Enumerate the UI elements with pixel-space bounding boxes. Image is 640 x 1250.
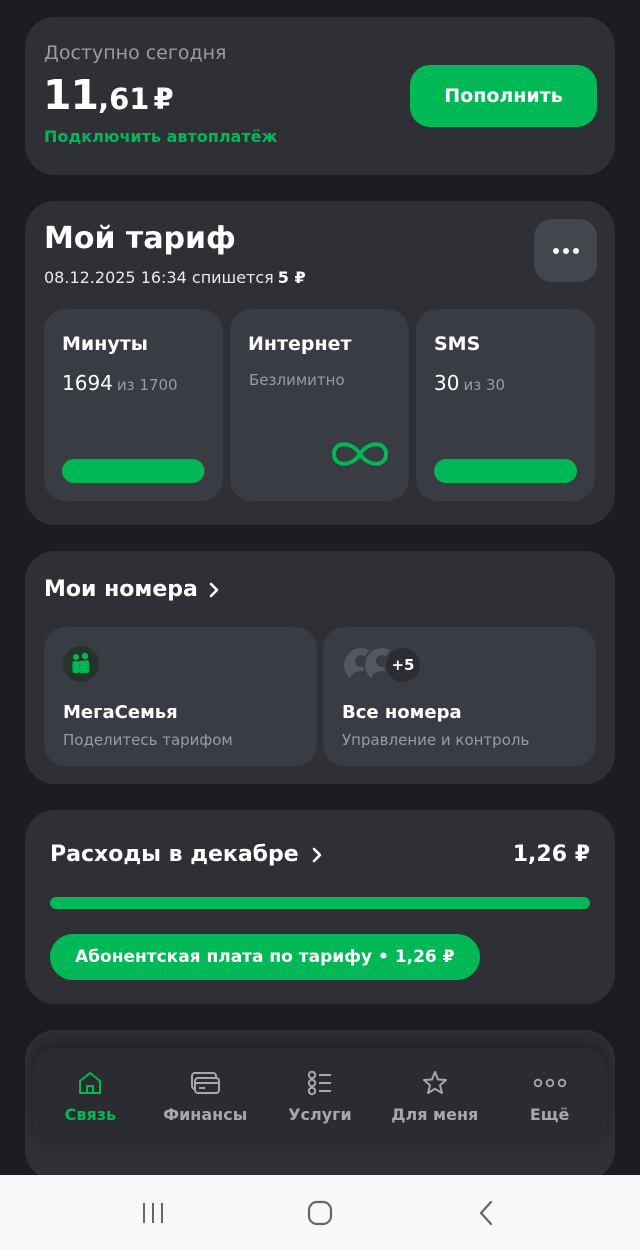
system-nav-bar bbox=[0, 1175, 640, 1250]
balance-card: Доступно сегодня 11,61 ₽ Подключить автоп… bbox=[25, 17, 615, 175]
chevron-right-icon bbox=[312, 847, 322, 862]
tariff-card[interactable]: Мой тариф 08.12.2025 16:34 спишется 5 ₽ М… bbox=[25, 201, 615, 525]
home-button-icon[interactable] bbox=[306, 1199, 334, 1227]
tariff-more-button[interactable] bbox=[534, 219, 597, 282]
tariff-charge-amount: 5 ₽ bbox=[277, 268, 306, 287]
numbers-avatars: +5 bbox=[342, 646, 462, 684]
megafamily-subtitle: Поделитесь тарифом bbox=[63, 731, 233, 749]
nav-label: Услуги bbox=[288, 1104, 352, 1124]
nav-label: Связь bbox=[64, 1104, 117, 1124]
package-title: Интернет bbox=[248, 333, 352, 355]
nav-label: Ещё bbox=[529, 1104, 570, 1124]
more-dots-icon bbox=[572, 247, 579, 254]
package-total: из 1700 bbox=[116, 376, 178, 394]
wallet-icon bbox=[191, 1071, 221, 1094]
expenses-card[interactable]: Расходы в декабре 1,26 ₽ Абонентская пла… bbox=[25, 810, 615, 1004]
app-screen: Доступно сегодня 11,61 ₽ Подключить автоп… bbox=[0, 0, 640, 1250]
package-sms[interactable]: SMS 30 из 30 bbox=[416, 309, 595, 501]
package-minutes[interactable]: Минуты 1694 из 1700 bbox=[44, 309, 223, 501]
autopay-link[interactable]: Подключить автоплатёж bbox=[44, 127, 277, 146]
more-icon bbox=[533, 1078, 566, 1087]
package-remaining: 1694 bbox=[62, 371, 113, 395]
balance-currency: ₽ bbox=[153, 82, 174, 116]
more-numbers-badge: +5 bbox=[384, 646, 422, 684]
nav-label: Финансы bbox=[163, 1104, 248, 1124]
megafamily-card[interactable]: МегаСемья Поделитесь тарифом bbox=[44, 627, 317, 766]
more-dots-icon bbox=[562, 247, 569, 254]
all-numbers-subtitle: Управление и контроль bbox=[342, 731, 530, 749]
recent-apps-icon[interactable] bbox=[139, 1199, 167, 1227]
my-numbers-card: Мои номера МегаСемья Поделитесь тарифом bbox=[25, 551, 615, 784]
back-icon[interactable] bbox=[473, 1199, 501, 1227]
megafamily-title: МегаСемья bbox=[63, 702, 178, 723]
expenses-progress-fill bbox=[50, 897, 590, 909]
balance-amount-integer: 11 bbox=[43, 71, 99, 119]
list-icon bbox=[307, 1070, 331, 1095]
star-icon bbox=[422, 1070, 447, 1094]
package-total: из 30 bbox=[463, 376, 506, 394]
package-progress-fill bbox=[434, 459, 577, 483]
more-dots-icon bbox=[552, 247, 559, 254]
package-remaining: 30 bbox=[434, 371, 460, 395]
package-value: 30 из 30 bbox=[434, 371, 505, 395]
infinity-icon bbox=[331, 442, 389, 466]
expense-item-pill[interactable]: Абонентская плата по тарифу • 1,26 ₽ bbox=[50, 934, 480, 980]
nav-item-services[interactable]: Услуги bbox=[265, 1069, 375, 1124]
expenses-total: 1,26 ₽ bbox=[512, 842, 590, 867]
package-unlimited-note: Безлимитно bbox=[249, 371, 345, 389]
tariff-title: Мой тариф bbox=[44, 221, 236, 256]
nav-item-finance[interactable]: Финансы bbox=[150, 1069, 260, 1124]
package-progress-fill bbox=[62, 459, 205, 483]
my-numbers-title: Мои номера bbox=[44, 577, 198, 602]
package-title: SMS bbox=[434, 333, 481, 355]
all-numbers-card[interactable]: +5 Все номера Управление и контроль bbox=[323, 627, 596, 766]
topup-button[interactable]: Пополнить bbox=[410, 65, 597, 127]
chevron-right-icon bbox=[209, 582, 219, 597]
all-numbers-title: Все номера bbox=[342, 702, 462, 723]
package-title: Минуты bbox=[62, 333, 148, 355]
nav-item-more[interactable]: Ещё bbox=[495, 1069, 605, 1124]
nav-item-for-me[interactable]: Для меня bbox=[380, 1069, 490, 1124]
nav-label: Для меня bbox=[391, 1104, 479, 1124]
expenses-title: Расходы в декабре bbox=[50, 842, 299, 867]
balance-amount-fraction: ,61 bbox=[98, 82, 150, 116]
family-icon bbox=[63, 646, 99, 682]
package-internet[interactable]: Интернет Безлимитно bbox=[230, 309, 409, 501]
tariff-charge: 08.12.2025 16:34 спишется 5 ₽ bbox=[44, 268, 306, 287]
balance-label: Доступно сегодня bbox=[44, 42, 227, 64]
package-progress-bar bbox=[62, 459, 205, 483]
nav-item-connection[interactable]: Связь bbox=[35, 1069, 145, 1124]
expenses-progress-bar bbox=[50, 897, 590, 909]
tariff-charge-date: 08.12.2025 16:34 спишется bbox=[44, 268, 274, 287]
bottom-nav: Связь Финансы Услуги Для меня Ещё bbox=[33, 1048, 607, 1144]
package-progress-bar bbox=[434, 459, 577, 483]
package-value: 1694 из 1700 bbox=[62, 371, 178, 395]
balance-amount: 11,61 ₽ bbox=[43, 71, 174, 119]
expenses-header[interactable]: Расходы в декабре bbox=[50, 842, 323, 867]
my-numbers-header[interactable]: Мои номера bbox=[44, 577, 220, 602]
home-icon bbox=[79, 1071, 102, 1094]
